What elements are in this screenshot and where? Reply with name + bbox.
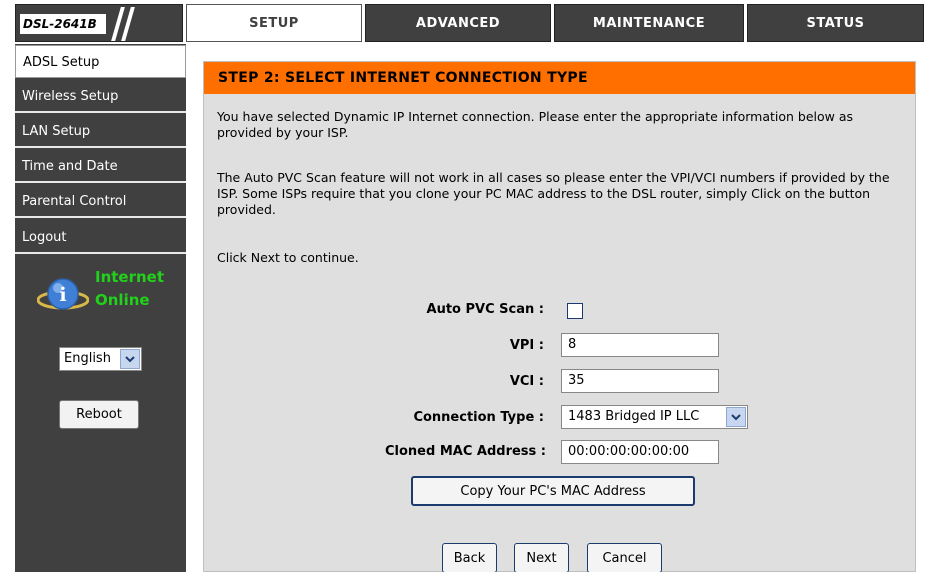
model-logo: DSL-2641B <box>15 4 183 42</box>
intro-text: You have selected Dynamic IP Internet co… <box>217 109 854 140</box>
info-globe-icon: i <box>37 278 89 310</box>
tab-maintenance[interactable]: MAINTENANCE <box>554 4 744 42</box>
status-line-1: Internet <box>95 268 165 286</box>
internet-status: i Internet Online <box>37 266 177 318</box>
sidebar-item-parental-control[interactable]: Parental Control <box>15 185 186 218</box>
vci-input[interactable]: 35 <box>561 369 719 393</box>
language-select[interactable]: English <box>59 347 142 371</box>
back-button[interactable]: Back <box>442 543 497 572</box>
auto-pvc-scan-label: Auto PVC Scan : <box>426 302 544 317</box>
page-title: STEP 2: SELECT INTERNET CONNECTION TYPE <box>204 62 915 94</box>
sidebar-item-lan-setup[interactable]: LAN Setup <box>15 115 186 148</box>
chevron-down-icon[interactable] <box>726 407 746 427</box>
sidebar-item-logout[interactable]: Logout <box>15 221 186 254</box>
top-bar: DSL-2641B SETUP ADVANCED MAINTENANCE STA… <box>0 0 930 44</box>
reboot-button[interactable]: Reboot <box>59 400 139 429</box>
connection-type-value: 1483 Bridged IP LLC <box>568 409 700 424</box>
next-button[interactable]: Next <box>514 543 569 572</box>
main-panel: STEP 2: SELECT INTERNET CONNECTION TYPE … <box>203 61 916 572</box>
auto-pvc-scan-checkbox[interactable] <box>567 303 583 319</box>
continue-text: Click Next to continue. <box>217 250 359 265</box>
sidebar-item-wireless-setup[interactable]: Wireless Setup <box>15 80 186 113</box>
tab-setup[interactable]: SETUP <box>186 4 362 42</box>
copy-mac-button[interactable]: Copy Your PC's MAC Address <box>411 476 695 506</box>
connection-type-select[interactable]: 1483 Bridged IP LLC <box>561 405 748 429</box>
chevron-down-icon[interactable] <box>120 349 140 369</box>
svg-text:i: i <box>59 284 66 306</box>
status-line-2: Online <box>95 291 150 309</box>
pvc-info-text: The Auto PVC Scan feature will not work … <box>217 170 890 217</box>
tab-advanced[interactable]: ADVANCED <box>365 4 551 42</box>
language-value: English <box>64 351 111 366</box>
sidebar: ADSL Setup Wireless Setup LAN Setup Time… <box>15 44 186 572</box>
cloned-mac-input[interactable]: 00:00:00:00:00:00 <box>561 440 719 464</box>
status-text: Internet Online <box>95 266 164 312</box>
model-name: DSL-2641B <box>20 14 106 34</box>
sidebar-item-adsl-setup[interactable]: ADSL Setup <box>15 45 186 78</box>
tab-status[interactable]: STATUS <box>747 4 924 42</box>
sidebar-item-time-and-date[interactable]: Time and Date <box>15 150 186 183</box>
cloned-mac-label: Cloned MAC Address : <box>385 444 546 459</box>
vpi-input[interactable]: 8 <box>561 333 719 357</box>
cancel-button[interactable]: Cancel <box>587 543 662 572</box>
connection-type-label: Connection Type : <box>413 410 544 425</box>
vci-label: VCI : <box>509 374 544 389</box>
vpi-label: VPI : <box>509 338 544 353</box>
